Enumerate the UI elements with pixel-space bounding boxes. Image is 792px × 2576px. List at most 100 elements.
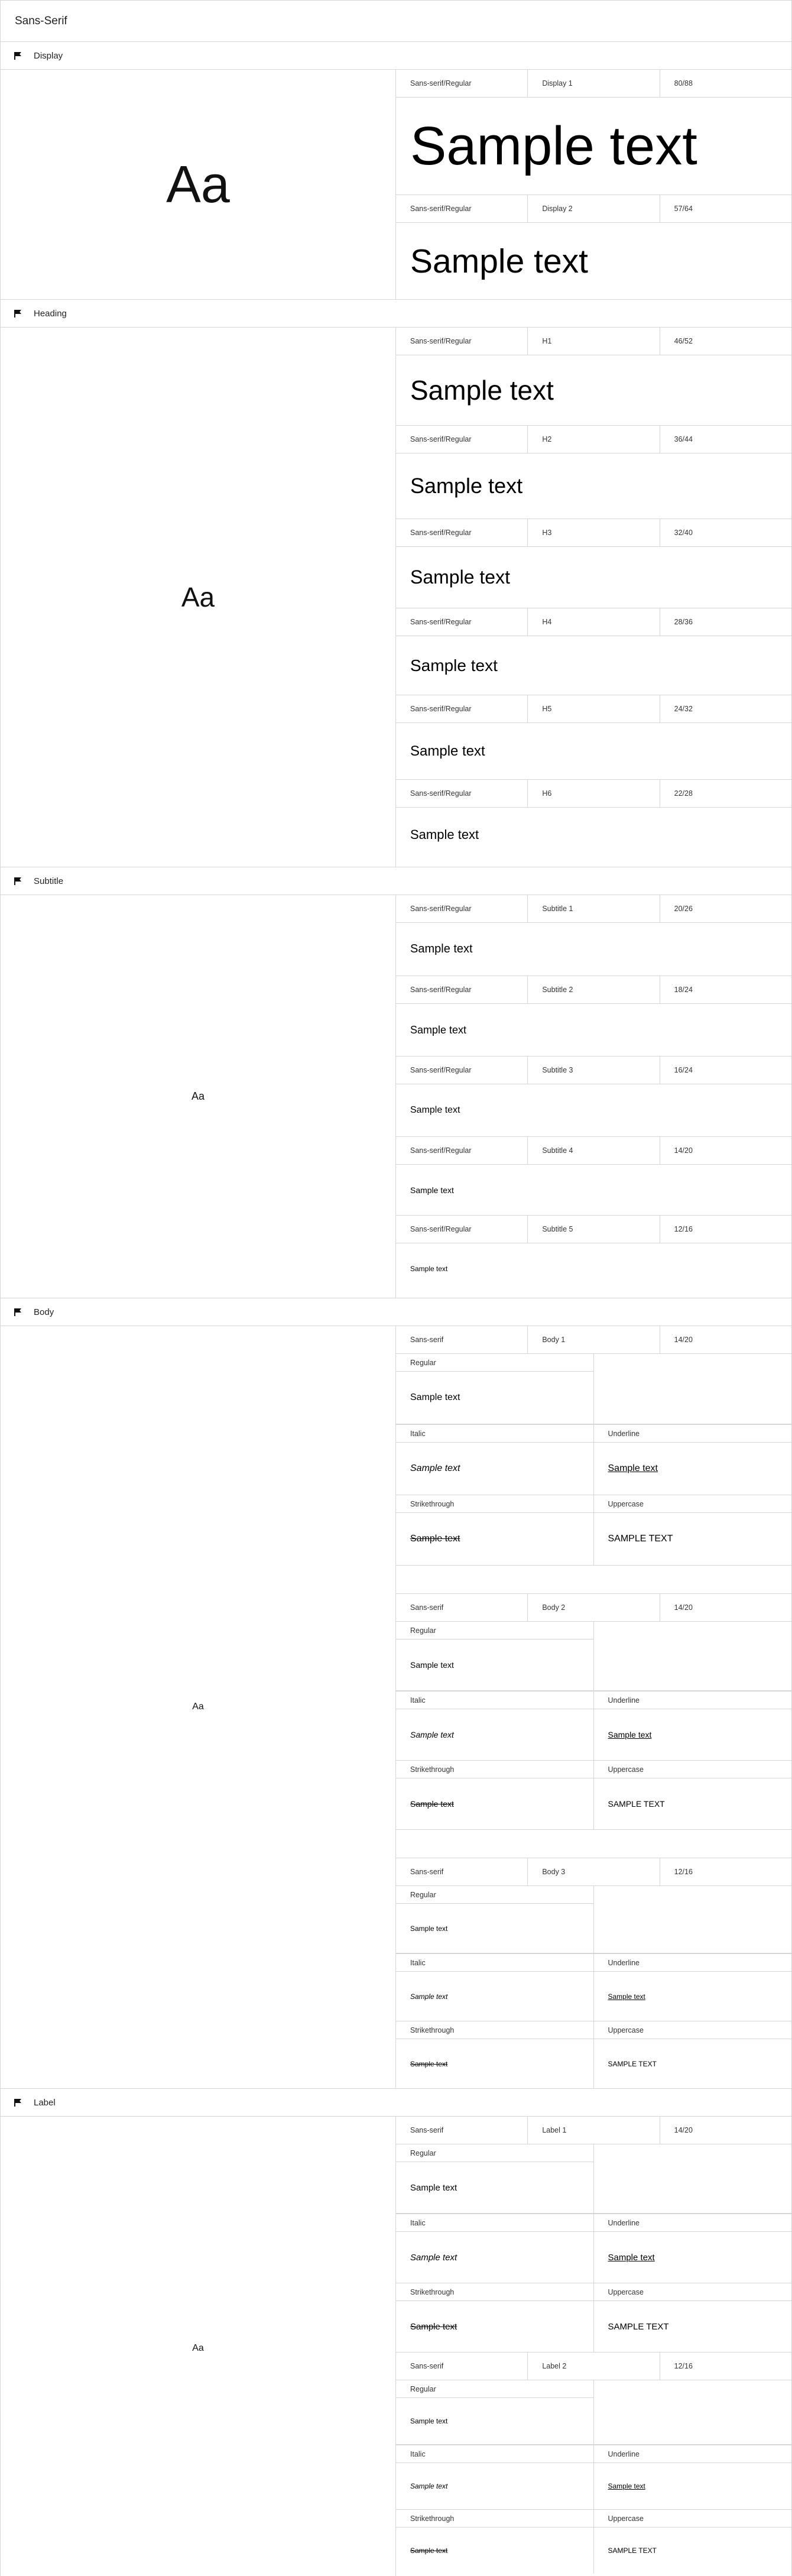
style-metrics: 20/26 — [674, 905, 693, 913]
section-subtitle: Aa Sans-serif/Regular Subtitle 1 20/26 Sam… — [0, 895, 792, 1298]
variant-label: Strikethrough — [396, 2283, 593, 2301]
variant-grid-body-2: Regular Sample text Italic Sample text Und… — [396, 1622, 791, 1830]
style-name: Label 1 — [528, 2117, 660, 2144]
sample-display-2: Sample text — [410, 242, 588, 280]
flag-icon — [14, 309, 22, 317]
sample-italic: Sample text — [410, 1463, 460, 1473]
variant-label: Underline — [593, 2214, 791, 2232]
variant-label: Regular — [396, 1622, 593, 1639]
sample-uppercase: Sample text — [608, 1799, 665, 1809]
flag-icon — [14, 51, 22, 60]
section-header-display[interactable]: Display — [0, 41, 792, 69]
style-name: H2 — [528, 426, 660, 453]
sample-strikethrough: Sample text — [410, 2059, 448, 2068]
flag-icon — [14, 1308, 22, 1316]
style-name: Subtitle 3 — [528, 1057, 660, 1084]
style-name: H4 — [528, 608, 660, 636]
font-name: Sans-serif/Regular — [396, 695, 528, 722]
variant-label: Strikethrough — [396, 2021, 593, 2039]
section-heading: Aa Sans-serif/Regular H1 46/52 Sample text… — [0, 327, 792, 867]
style-meta-row: Sans-serif Body 2 14/20 — [396, 1594, 791, 1622]
font-name: Sans-serif — [396, 1326, 528, 1353]
section-display: Aa Sans-serif/Regular Display 1 80/88 Samp… — [0, 69, 792, 299]
font-name: Sans-serif/Regular — [396, 519, 528, 546]
sample-subtitle-3: Sample text — [396, 1084, 791, 1137]
sample-h5: Sample text — [396, 723, 791, 780]
style-name: Subtitle 2 — [528, 976, 660, 1003]
section-body: Aa Sans-serif Body 1 14/20 Regular Sample t… — [0, 1326, 792, 2088]
typography-page: Sans-Serif Display Aa Sans-serif/Regular… — [0, 0, 792, 2576]
style-list: Sans-serif Label 1 14/20 Regular Sample tex… — [396, 2117, 791, 2576]
sample-italic: Sample text — [410, 2252, 457, 2263]
variant-label: Uppercase — [593, 1495, 791, 1513]
section-header-label[interactable]: Label — [0, 2088, 792, 2116]
sample-display-1: Sample text — [396, 98, 791, 195]
style-name: Body 2 — [528, 1594, 660, 1621]
specimen-panel: Aa — [1, 2117, 396, 2576]
empty-cell — [593, 1622, 791, 1691]
sample-underline: Sample text — [608, 1730, 652, 1739]
section-header-subtitle[interactable]: Subtitle — [0, 867, 792, 895]
variant-label: Underline — [593, 1954, 791, 1972]
style-metrics: 14/20 — [674, 2126, 693, 2134]
sample-underline: Sample text — [608, 1463, 658, 1473]
section-title: Heading — [34, 308, 67, 319]
variant-label: Underline — [593, 1425, 791, 1443]
variant-label: Italic — [396, 2214, 593, 2232]
style-list: Sans-serif Body 1 14/20 Regular Sample text… — [396, 1326, 791, 2088]
section-header-body[interactable]: Body — [0, 1298, 792, 1326]
sample-regular: Sample text — [410, 2417, 448, 2425]
variant-label: Italic — [396, 2445, 593, 2463]
variant-label: Underline — [593, 2445, 791, 2463]
style-metrics: 24/32 — [674, 705, 693, 713]
style-meta-row: Sans-serif/Regular Subtitle 2 18/24 — [396, 976, 791, 1004]
sample-subtitle-1: Sample text — [396, 923, 791, 976]
style-meta-row: Sans-serif Body 1 14/20 — [396, 1326, 791, 1354]
empty-cell — [593, 2380, 791, 2445]
style-meta-row: Sans-serif Label 2 12/16 — [396, 2353, 791, 2380]
font-name: Sans-serif/Regular — [396, 895, 528, 922]
style-meta-row: Sans-serif/Regular H2 36/44 — [396, 426, 791, 453]
style-meta-row: Sans-serif/Regular Subtitle 1 20/26 — [396, 895, 791, 923]
style-list: Sans-serif/Regular Subtitle 1 20/26 Sample… — [396, 895, 791, 1298]
style-metrics: 22/28 — [674, 789, 693, 798]
style-meta-row: Sans-serif/Regular H6 22/28 — [396, 780, 791, 808]
style-name: Display 1 — [528, 70, 660, 97]
style-name: Label 2 — [528, 2353, 660, 2380]
font-name: Sans-serif/Regular — [396, 195, 528, 222]
specimen-glyphs: Aa — [191, 1090, 205, 1102]
style-name: Subtitle 1 — [528, 895, 660, 922]
sample-subtitle-5: Sample text — [410, 1265, 448, 1273]
specimen-panel: Aa — [1, 895, 396, 1298]
section-title: Body — [34, 1307, 54, 1317]
specimen-panel: Aa — [1, 1326, 396, 2088]
sample-regular: Sample text — [410, 1660, 454, 1670]
sample-uppercase: Sample text — [608, 2059, 657, 2068]
style-metrics: 32/40 — [674, 529, 693, 537]
variant-grid-label-2: Regular Sample text Italic Sample text Und… — [396, 2380, 791, 2574]
font-name: Sans-serif/Regular — [396, 608, 528, 636]
font-name: Sans-serif/Regular — [396, 1057, 528, 1084]
section-title: Label — [34, 2097, 56, 2108]
sample-h4: Sample text — [396, 636, 791, 695]
style-list: Sans-serif/Regular H1 46/52 Sample text Sa… — [396, 328, 791, 867]
sample-strikethrough: Sample text — [410, 2321, 457, 2332]
font-name: Sans-serif/Regular — [396, 1216, 528, 1243]
variant-label: Uppercase — [593, 2021, 791, 2039]
sample-h6: Sample text — [410, 827, 479, 842]
style-name: Body 3 — [528, 1858, 660, 1885]
style-meta-row: Sans-serif/Regular Display 2 57/64 — [396, 195, 791, 223]
style-name: H5 — [528, 695, 660, 722]
style-list: Sans-serif/Regular Display 1 80/88 Sample … — [396, 70, 791, 299]
style-meta-row: Sans-serif/Regular Subtitle 4 14/20 — [396, 1137, 791, 1165]
variant-label: Italic — [396, 1692, 593, 1709]
font-name: Sans-serif/Regular — [396, 976, 528, 1003]
style-name: Subtitle 4 — [528, 1137, 660, 1164]
sample-uppercase: Sample text — [608, 1534, 673, 1544]
sample-regular: Sample text — [410, 1392, 460, 1402]
section-header-heading[interactable]: Heading — [0, 299, 792, 327]
style-metrics: 12/16 — [674, 1225, 693, 1233]
font-name: Sans-serif/Regular — [396, 426, 528, 453]
style-metrics: 28/36 — [674, 618, 693, 626]
sample-h3: Sample text — [396, 547, 791, 608]
